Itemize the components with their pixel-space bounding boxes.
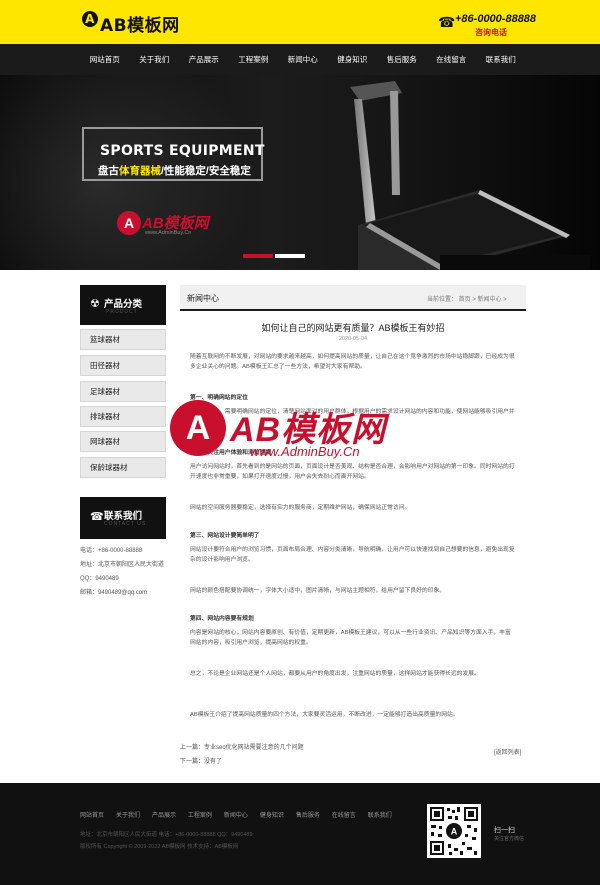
nav-item-service[interactable]: 售后服务 (377, 44, 427, 75)
categories-header: ☢ 产品分类 PRODUCT (80, 285, 166, 325)
radiation-icon: ☢ (90, 298, 100, 310)
phone-label: 咨询电话 (475, 28, 507, 37)
top-header: A AB模板网 ☎ +86-0000-88888 咨询电话 (0, 0, 600, 44)
article-paragraph: 网站的空间服务器要稳定，选择有实力的服务商，定期维护网站，确保网站正常访问。 (190, 505, 411, 511)
section-title: 新闻中心 (187, 294, 219, 303)
svg-text:A: A (451, 827, 458, 837)
article-heading: 第四、网站内容要有规划 (190, 616, 254, 622)
footer-link[interactable]: 工程案例 (188, 813, 212, 819)
footer-link[interactable]: 健身知识 (260, 813, 284, 819)
phone-icon: ☎ (90, 511, 104, 523)
qr-code-icon: A (427, 804, 481, 858)
contact-header: ☎ 联系我们 CONTACT US (80, 497, 166, 539)
contact-address: 地址：北京市朝阳区人民大街道 (80, 562, 165, 568)
category-item[interactable]: 排球器材 (80, 406, 166, 427)
phone-icon: ☎ (438, 14, 456, 30)
category-item[interactable]: 足球器材 (80, 381, 166, 402)
logo-emblem-icon: A (82, 11, 98, 27)
nav-item-message[interactable]: 在线留言 (427, 44, 477, 75)
category-item[interactable]: 网球器材 (80, 431, 166, 452)
footer-address: 地址：北京市朝阳区人民大街道 电话：+86-0000-88888 QQ：9490… (80, 832, 253, 838)
phone-number: +86-0000-88888 (455, 13, 537, 25)
category-item[interactable]: 保龄球器材 (80, 457, 166, 478)
article-paragraph: AB模板王介绍了提高网站质量的四个方法，大家要灵活运用，不断改进，一定能够打造出… (190, 712, 459, 718)
nav-item-home[interactable]: 网站首页 (80, 44, 130, 75)
article-heading: 第三、网站设计要简单明了 (190, 533, 260, 539)
banner-title: SPORTS EQUIPMENT (100, 143, 265, 159)
back-to-list-link[interactable]: [返回列表] (494, 747, 521, 756)
next-article-link[interactable]: 下一篇：没有了 (180, 756, 222, 765)
site-logo[interactable]: A AB模板网 (82, 11, 180, 36)
category-item[interactable]: 田径器材 (80, 355, 166, 376)
nav-item-fitness[interactable]: 健身知识 (328, 44, 378, 75)
article-paragraph: 网站的颜色搭配要协调统一，字体大小适中，图片清晰，与网站主题相符，给用户留下良好… (190, 588, 446, 594)
footer-link[interactable]: 新闻中心 (224, 813, 248, 819)
nav-item-products[interactable]: 产品展示 (179, 44, 229, 75)
nav-item-contact[interactable]: 联系我们 (476, 44, 526, 75)
watermark: A AB模板网 www.AdminBuy.Cn (170, 400, 450, 470)
main-nav: 网站首页 关于我们 产品展示 工程案例 新闻中心 健身知识 售后服务 在线留言 … (0, 44, 600, 75)
qr-title: 扫一扫 (494, 827, 515, 834)
article-paragraph: 总之，不论是企业网站还是个人网站，都要从用户的角度出发，注重网站的质量，这样网站… (190, 671, 480, 677)
footer-link[interactable]: 联系我们 (368, 813, 392, 819)
contact-phone: 电话：+86-0000-88888 (80, 548, 143, 554)
footer-link[interactable]: 产品展示 (152, 813, 176, 819)
watermark-emblem-icon: A (170, 400, 226, 456)
slider-dot-2[interactable] (275, 254, 305, 258)
footer-link[interactable]: 在线留言 (332, 813, 356, 819)
section-header: 新闻中心 当前位置： 首页 > 新闻中心 > (180, 285, 526, 311)
footer-links: 网站首页 关于我们 产品展示 工程案例 新闻中心 健身知识 售后服务 在线留言 … (80, 810, 402, 819)
contact-qq: QQ：9490489 (80, 576, 119, 582)
article-date: 2020-05-04 (338, 336, 368, 342)
footer-link[interactable]: 售后服务 (296, 813, 320, 819)
hero-banner[interactable]: SPORTS EQUIPMENT 盘古体育器械/性能稳定/安全稳定 A AB模板… (0, 75, 600, 270)
footer-link[interactable]: 关于我们 (116, 813, 140, 819)
category-item[interactable]: 篮球器材 (80, 329, 166, 350)
nav-item-about[interactable]: 关于我们 (130, 44, 180, 75)
article-title: 如何让自己的网站更有质量？AB模板王有妙招 (261, 323, 445, 333)
article-paragraph: 内容是网站的核心，网站内容要原创、有价值，定期更新，AB模板王建议，可以从一些行… (190, 630, 511, 646)
treadmill-image (350, 81, 590, 270)
article-paragraph: 网站设计要符合用户的浏览习惯，页面布局合理、内容分类清晰，导航明确，让用户可以快… (190, 547, 515, 563)
slider-dot-1[interactable] (243, 254, 273, 258)
article-paragraph: 随着互联网的不断发展，对网站的要求越来越高，如何提高网站的质量，让自己在这个竞争… (190, 354, 515, 370)
logo-emblem-icon: A (117, 211, 141, 235)
contact-email: 邮箱：9490489@qq.com (80, 590, 148, 596)
footer-link[interactable]: 网站首页 (80, 813, 104, 819)
site-footer: 网站首页 关于我们 产品展示 工程案例 新闻中心 健身知识 售后服务 在线留言 … (0, 783, 600, 885)
banner-subtitle: 盘古体育器械/性能稳定/安全稳定 (98, 165, 251, 177)
prev-article-link[interactable]: 上一篇：专业seo优化网站需要注意的几个问题 (180, 742, 304, 751)
nav-item-cases[interactable]: 工程案例 (229, 44, 279, 75)
breadcrumb[interactable]: 当前位置： 首页 > 新闻中心 > (427, 294, 507, 303)
qr-subtitle: 关注官方微信 (494, 836, 525, 842)
nav-item-news[interactable]: 新闻中心 (278, 44, 328, 75)
footer-copyright: 版权所有 Copyright © 2009-2022 AB模板网 技术支持：AB… (80, 844, 239, 850)
